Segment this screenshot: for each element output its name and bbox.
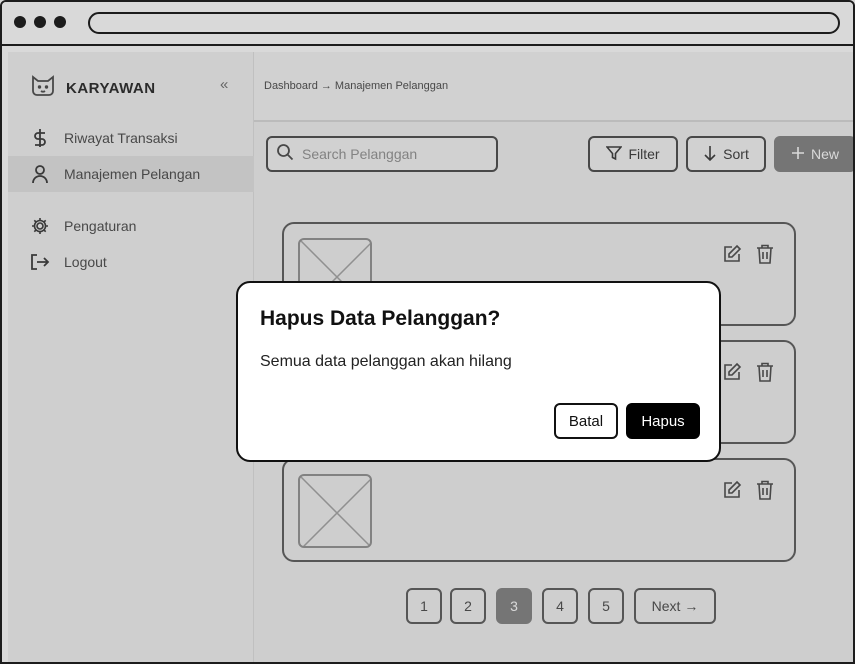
- dialog-title: Hapus Data Pelanggan?: [260, 307, 501, 330]
- dialog-message: Semua data pelanggan akan hilang: [260, 353, 512, 370]
- delete-button[interactable]: Hapus: [626, 403, 700, 439]
- delete-confirm-dialog: Hapus Data Pelanggan? Semua data pelangg…: [236, 281, 721, 462]
- cancel-button[interactable]: Batal: [554, 403, 618, 439]
